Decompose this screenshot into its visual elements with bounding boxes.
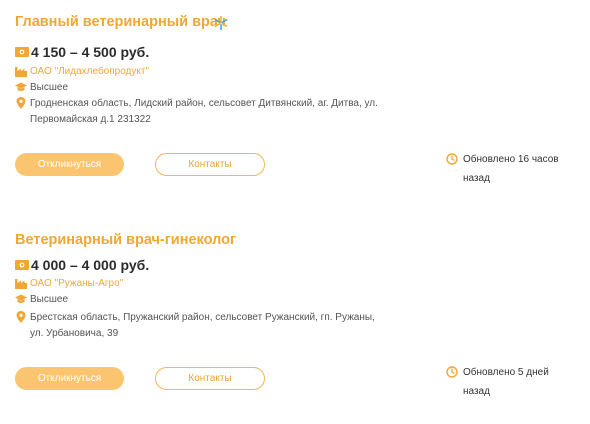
clock-icon bbox=[446, 366, 458, 378]
money-icon bbox=[15, 260, 29, 270]
vacancy-card: Главный ветеринарный врач 4 150 – 4 500 … bbox=[0, 0, 590, 200]
vacancy-title[interactable]: Главный ветеринарный врач bbox=[15, 14, 226, 30]
updated-text-2: назад bbox=[463, 173, 490, 184]
address-row: Гродненская область, Лидский район, сель… bbox=[15, 96, 390, 128]
updated-text-2: назад bbox=[463, 386, 490, 397]
vacancy-title[interactable]: Ветеринарный врач-гинеколог bbox=[15, 232, 236, 248]
company-row: ОАО "Лидахлебопродукт" bbox=[15, 64, 149, 80]
factory-icon bbox=[15, 279, 27, 289]
education-text: Высшее bbox=[30, 294, 69, 305]
apply-button[interactable]: Откликнуться bbox=[15, 367, 124, 390]
graduation-cap-icon bbox=[15, 82, 27, 91]
money-icon bbox=[15, 47, 29, 57]
salary-text: 4 150 – 4 500 руб. bbox=[31, 44, 150, 60]
updated-text: Обновлено 16 часов bbox=[463, 154, 559, 165]
map-pin-icon bbox=[16, 97, 26, 109]
company-row: ОАО "Ружаны-Агро" bbox=[15, 276, 123, 292]
address-text: Гродненская область, Лидский район, сель… bbox=[30, 98, 378, 125]
company-link[interactable]: ОАО "Лидахлебопродукт" bbox=[30, 64, 149, 80]
clock-icon bbox=[446, 153, 458, 165]
address-row: Брестская область, Пружанский район, сел… bbox=[15, 310, 390, 342]
contacts-button[interactable]: Контакты bbox=[155, 367, 265, 390]
updated-info: Обновлено 5 дней назад bbox=[446, 363, 581, 401]
education-row: Высшее bbox=[15, 292, 68, 308]
vacancy-card: Ветеринарный врач-гинеколог 4 000 – 4 00… bbox=[0, 218, 590, 418]
company-link[interactable]: ОАО "Ружаны-Агро" bbox=[30, 276, 123, 292]
education-row: Высшее bbox=[15, 80, 68, 96]
graduation-cap-icon bbox=[15, 294, 27, 303]
salary-row: 4 150 – 4 500 руб. bbox=[15, 43, 149, 61]
updated-info: Обновлено 16 часов назад bbox=[446, 150, 581, 188]
contacts-button[interactable]: Контакты bbox=[155, 153, 265, 176]
updated-text: Обновлено 5 дней bbox=[463, 367, 549, 378]
address-text: Брестская область, Пружанский район, сел… bbox=[30, 312, 375, 339]
salary-row: 4 000 – 4 000 руб. bbox=[15, 256, 149, 274]
factory-icon bbox=[15, 67, 27, 77]
salary-text: 4 000 – 4 000 руб. bbox=[31, 257, 150, 273]
education-text: Высшее bbox=[30, 82, 69, 93]
star-badge-icon bbox=[214, 15, 228, 31]
map-pin-icon bbox=[16, 311, 26, 323]
apply-button[interactable]: Откликнуться bbox=[15, 153, 124, 176]
